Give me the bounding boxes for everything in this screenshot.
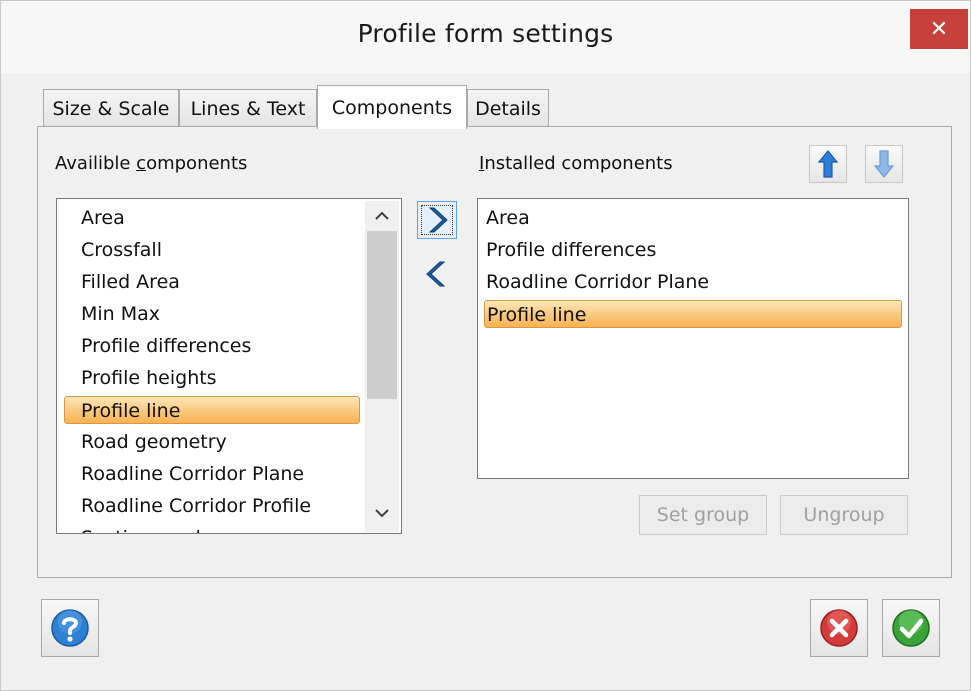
title-bar: Profile form settings ✕	[1, 1, 970, 73]
ok-icon	[892, 609, 930, 647]
ungroup-button[interactable]: Ungroup	[780, 495, 908, 535]
add-component-button[interactable]	[417, 201, 457, 239]
chevron-right-icon	[428, 207, 448, 233]
cancel-button[interactable]	[810, 599, 868, 657]
tab-details[interactable]: Details	[467, 89, 549, 127]
available-components-label: Availible components	[55, 153, 248, 174]
list-item[interactable]: Area	[486, 204, 530, 232]
set-group-button[interactable]: Set group	[639, 495, 767, 535]
arrow-down-icon	[873, 150, 895, 178]
list-item[interactable]: Profile differences	[81, 332, 251, 360]
move-up-button[interactable]	[809, 145, 847, 183]
installed-components-list[interactable]: Area Profile differences Roadline Corrid…	[477, 198, 909, 479]
window-title: Profile form settings	[357, 19, 614, 48]
ok-button[interactable]	[882, 599, 940, 657]
scroll-up-arrow-icon[interactable]	[367, 203, 397, 229]
list-item[interactable]: Profile heights	[81, 364, 217, 392]
close-button[interactable]: ✕	[910, 9, 968, 49]
tab-components[interactable]: Components	[317, 85, 467, 129]
list-item[interactable]: Road geometry	[81, 428, 227, 456]
move-down-button[interactable]	[865, 145, 903, 183]
installed-components-label: Installed components	[479, 153, 673, 174]
available-components-list[interactable]: Area Crossfall Filled Area Min Max Profi…	[56, 198, 402, 534]
help-icon	[51, 609, 89, 647]
tab-size-scale[interactable]: Size & Scale	[43, 89, 179, 127]
list-item[interactable]: Roadline Corridor Profile	[81, 492, 311, 520]
list-item[interactable]: Profile differences	[486, 236, 656, 264]
chevron-left-icon	[426, 261, 446, 287]
list-item[interactable]: Filled Area	[81, 268, 180, 296]
list-item[interactable]: Min Max	[81, 300, 160, 328]
arrow-up-icon	[817, 150, 839, 178]
scroll-down-arrow-icon[interactable]	[367, 500, 397, 526]
close-icon: ✕	[929, 16, 949, 42]
cancel-icon	[820, 609, 858, 647]
list-item[interactable]: Roadline Corridor Plane	[486, 268, 709, 296]
list-item-selected[interactable]: Profile line	[64, 396, 360, 424]
tab-lines-text[interactable]: Lines & Text	[179, 89, 317, 127]
scrollbar-thumb[interactable]	[367, 231, 397, 399]
list-item[interactable]: Crossfall	[81, 236, 162, 264]
profile-form-settings-dialog: Profile form settings ✕ Size & Scale Lin…	[0, 0, 971, 691]
list-item[interactable]: Area	[81, 204, 125, 232]
help-button[interactable]	[41, 599, 99, 657]
list-item[interactable]: Roadline Corridor Plane	[81, 460, 304, 488]
list-item-selected[interactable]: Profile line	[484, 300, 902, 328]
remove-component-button[interactable]	[417, 255, 457, 293]
list-item[interactable]: Section marks	[81, 524, 217, 533]
